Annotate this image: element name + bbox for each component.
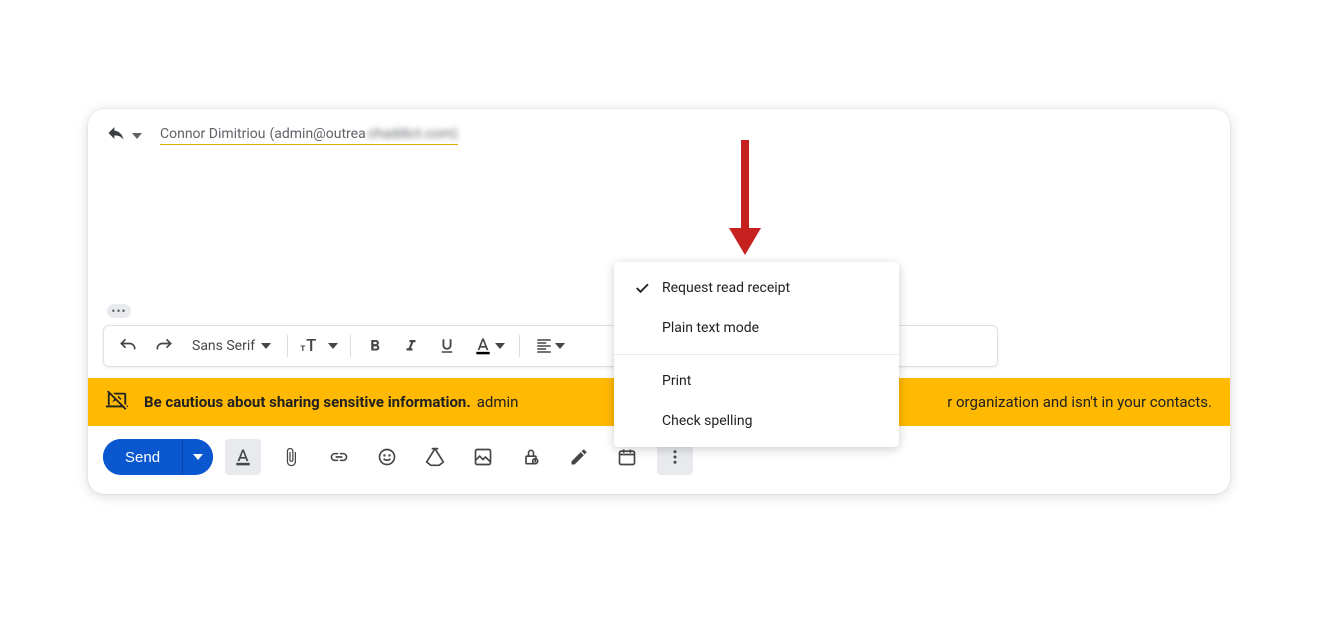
recipient-row: Connor Dimitriou (admin@outrea chaddict.… [88,109,1230,161]
warning-bold-text: Be cautious about sharing sensitive info… [144,393,471,411]
dropdown-triangle-icon [193,452,203,462]
insert-emoji-button[interactable] [369,439,405,475]
screen-share-off-icon [106,389,128,415]
font-size-button[interactable]: тT [296,330,342,362]
confidential-mode-button[interactable] [513,439,549,475]
insert-link-button[interactable] [321,439,357,475]
menu-divider [614,354,899,355]
text-formatting-toggle[interactable] [225,439,261,475]
reply-type-selector[interactable] [106,123,142,147]
reply-icon [106,123,126,147]
menu-item-label: Check spelling [662,413,752,429]
send-button-group: Send [103,439,213,475]
bold-button[interactable] [359,330,391,362]
svg-text:т: т [300,343,305,354]
menu-item-read-receipt[interactable]: Request read receipt [614,268,899,308]
align-button[interactable] [528,330,572,362]
menu-item-label: Plain text mode [662,320,759,336]
redo-button[interactable] [148,330,180,362]
attach-file-button[interactable] [273,439,309,475]
insert-photo-button[interactable] [465,439,501,475]
menu-item-print[interactable]: Print [614,361,899,401]
insert-drive-button[interactable] [417,439,453,475]
menu-item-plain-text[interactable]: Plain text mode [614,308,899,348]
warning-text: Be cautious about sharing sensitive info… [144,393,518,411]
svg-text:T: T [306,337,316,356]
font-family-selector[interactable]: Sans Serif [184,330,279,362]
bottom-toolbar: Send [103,439,693,475]
send-options-dropdown[interactable] [183,439,213,475]
dropdown-triangle-icon [261,341,271,351]
font-name: Sans Serif [192,338,255,354]
options-dropdown-menu: Request read receipt Plain text mode Pri… [614,262,899,447]
recipient-chip[interactable]: Connor Dimitriou (admin@outrea chaddict.… [160,126,458,145]
annotation-arrow [725,140,765,264]
check-icon [622,279,662,297]
recipient-name: Connor Dimitriou [160,126,265,142]
toolbar-separator [287,335,288,357]
text-color-button[interactable] [467,330,511,362]
dropdown-triangle-icon [132,126,142,145]
menu-item-label: Print [662,373,691,389]
menu-item-check-spelling[interactable]: Check spelling [614,401,899,441]
italic-button[interactable] [395,330,427,362]
menu-item-label: Request read receipt [662,280,790,296]
warning-normal-left: admin [477,393,519,411]
recipient-email-prefix: (admin@outrea [269,126,365,142]
send-button[interactable]: Send [103,439,182,475]
toolbar-separator [519,335,520,357]
toolbar-separator [350,335,351,357]
recipient-email-blurred: chaddict.com) [368,126,458,142]
undo-button[interactable] [112,330,144,362]
insert-signature-button[interactable] [561,439,597,475]
show-trimmed-content-button[interactable]: ••• [107,304,131,318]
ellipsis-icon: ••• [111,305,126,317]
underline-button[interactable] [431,330,463,362]
